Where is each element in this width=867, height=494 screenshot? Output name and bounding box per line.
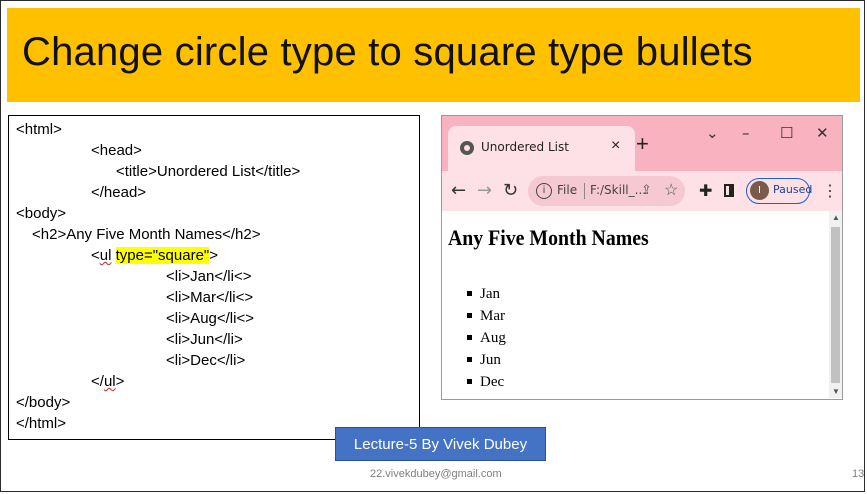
title-band: Change circle type to square type bullet… — [7, 8, 860, 102]
close-window-button[interactable]: ✕ — [816, 124, 829, 142]
globe-icon — [460, 141, 474, 155]
profile-status: Paused — [773, 183, 813, 196]
browser-toolbar: ← → ↻ i File F:/Skill_... ⇪ ☆ ✚ I Paused… — [442, 171, 842, 211]
browser-window: Unordered List × + ⌄ – ☐ ✕ ← → ↻ i File … — [441, 115, 843, 400]
scroll-up-arrow-icon[interactable]: ▲ — [832, 213, 840, 222]
reload-button[interactable]: ↻ — [503, 180, 518, 201]
ul-close-tag-name: ul — [103, 373, 116, 390]
code-line-ul-open: <ul type="square"> — [91, 246, 218, 266]
code-line-li: <li>Jan</li<> — [166, 268, 252, 285]
code-line-ul-close: </ul> — [91, 372, 124, 392]
code-line-body-close: </body> — [16, 394, 71, 411]
list-item: Aug — [467, 327, 506, 349]
square-bullet-list: Jan Mar Aug Jun Dec — [467, 283, 506, 393]
page-viewport: Any Five Month Names Jan Mar Aug Jun Dec — [442, 211, 829, 399]
back-button[interactable]: ← — [451, 180, 466, 201]
address-bar[interactable]: i File F:/Skill_... ⇪ ☆ — [528, 176, 685, 206]
ul-open-prefix: < — [91, 247, 100, 264]
url-text[interactable]: F:/Skill_... — [590, 183, 646, 197]
scroll-down-arrow-icon[interactable]: ▼ — [832, 387, 840, 396]
page-number: 13 — [852, 468, 865, 480]
list-item: Mar — [467, 305, 506, 327]
code-line-li: <li>Mar</li<> — [166, 289, 254, 306]
address-divider — [584, 183, 585, 199]
list-item: Dec — [467, 371, 506, 393]
tab-strip: Unordered List × + ⌄ – ☐ ✕ — [442, 116, 842, 171]
scroll-thumb[interactable] — [831, 227, 840, 383]
avatar: I — [750, 181, 769, 200]
code-line-html-open: <html> — [16, 121, 62, 138]
list-item: Jun — [467, 349, 506, 371]
tab-title: Unordered List — [481, 140, 569, 154]
code-line-html-close: </html> — [16, 415, 67, 432]
scheme-label: File — [557, 183, 578, 197]
ul-open-suffix: > — [209, 247, 219, 264]
maximize-button[interactable]: ☐ — [780, 124, 793, 142]
info-icon[interactable]: i — [536, 183, 552, 199]
slide-title: Change circle type to square type bullet… — [22, 30, 753, 74]
code-line-head-open: <head> — [91, 142, 142, 159]
code-line-li: <li>Aug</li<> — [166, 310, 254, 327]
tab-search-chevron-icon[interactable]: ⌄ — [706, 124, 719, 142]
side-panel-icon[interactable] — [724, 184, 734, 197]
code-line-h2: <h2>Any Five Month Names</h2> — [32, 226, 261, 243]
ul-type-attribute-highlight: type="square" — [115, 247, 210, 264]
list-item: Jan — [467, 283, 506, 305]
ul-tag-name: ul — [99, 247, 112, 264]
code-line-li: <li>Jun</li> — [166, 331, 243, 348]
tab-unordered-list[interactable]: Unordered List × — [448, 126, 635, 171]
tab-close-icon[interactable]: × — [611, 137, 620, 155]
code-line-title: <title>Unordered List</title> — [116, 163, 301, 180]
share-icon[interactable]: ⇪ — [641, 182, 652, 198]
code-line-li: <li>Dec</li> — [166, 352, 246, 369]
profile-button[interactable]: I Paused — [746, 178, 813, 204]
lecture-badge: Lecture-5 By Vivek Dubey — [335, 427, 546, 461]
kebab-menu-icon[interactable]: ⋮ — [822, 181, 838, 201]
bookmark-star-icon[interactable]: ☆ — [664, 180, 678, 200]
code-line-body-open: <body> — [16, 205, 67, 222]
minimize-button[interactable]: – — [742, 124, 750, 142]
vertical-scrollbar[interactable]: ▲ ▼ — [829, 211, 842, 398]
forward-button[interactable]: → — [477, 180, 492, 201]
ul-close-suffix: > — [115, 373, 125, 390]
new-tab-button[interactable]: + — [636, 133, 649, 155]
code-panel: <html> <head> <title>Unordered List</tit… — [8, 115, 420, 440]
code-line-head-close: </head> — [91, 184, 147, 201]
page-heading: Any Five Month Names — [448, 225, 649, 250]
footer-email: 22.vivekdubey@gmail.com — [370, 468, 502, 480]
ul-close-prefix: </ — [91, 373, 104, 390]
extensions-puzzle-icon[interactable]: ✚ — [699, 181, 712, 201]
